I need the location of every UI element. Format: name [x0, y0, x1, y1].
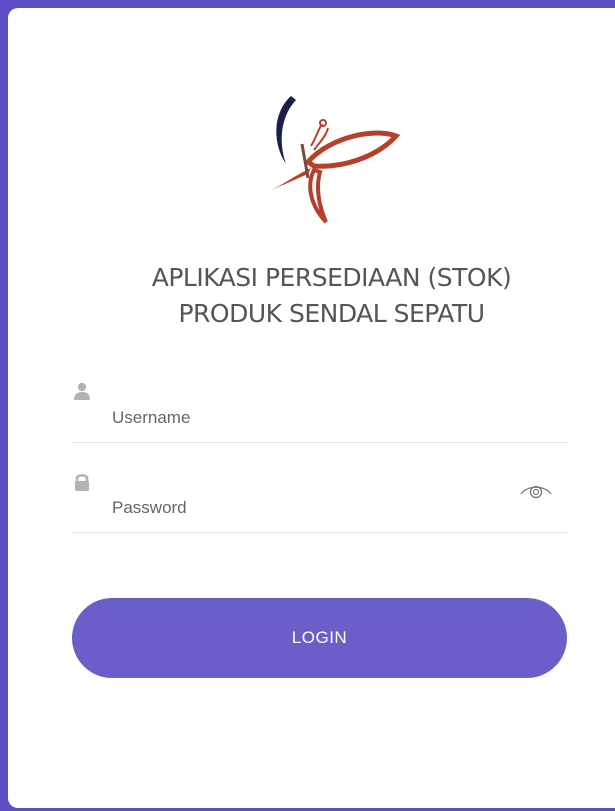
password-field — [72, 472, 567, 533]
butterfly-logo-icon — [271, 96, 401, 224]
lock-icon — [75, 474, 89, 491]
app-title: APLIKASI PERSEDIAAN (STOK) PRODUK SENDAL… — [8, 260, 615, 332]
login-card: APLIKASI PERSEDIAAN (STOK) PRODUK SENDAL… — [8, 8, 615, 808]
user-icon — [74, 382, 90, 400]
eye-icon[interactable] — [519, 482, 553, 500]
username-field — [72, 382, 567, 443]
app-title-line-2: PRODUK SENDAL SEPATU — [178, 299, 485, 328]
login-button[interactable]: LOGIN — [72, 598, 567, 678]
password-input[interactable] — [110, 495, 514, 521]
username-input[interactable] — [110, 405, 514, 431]
app-title-line-1: APLIKASI PERSEDIAAN (STOK) — [151, 263, 512, 292]
